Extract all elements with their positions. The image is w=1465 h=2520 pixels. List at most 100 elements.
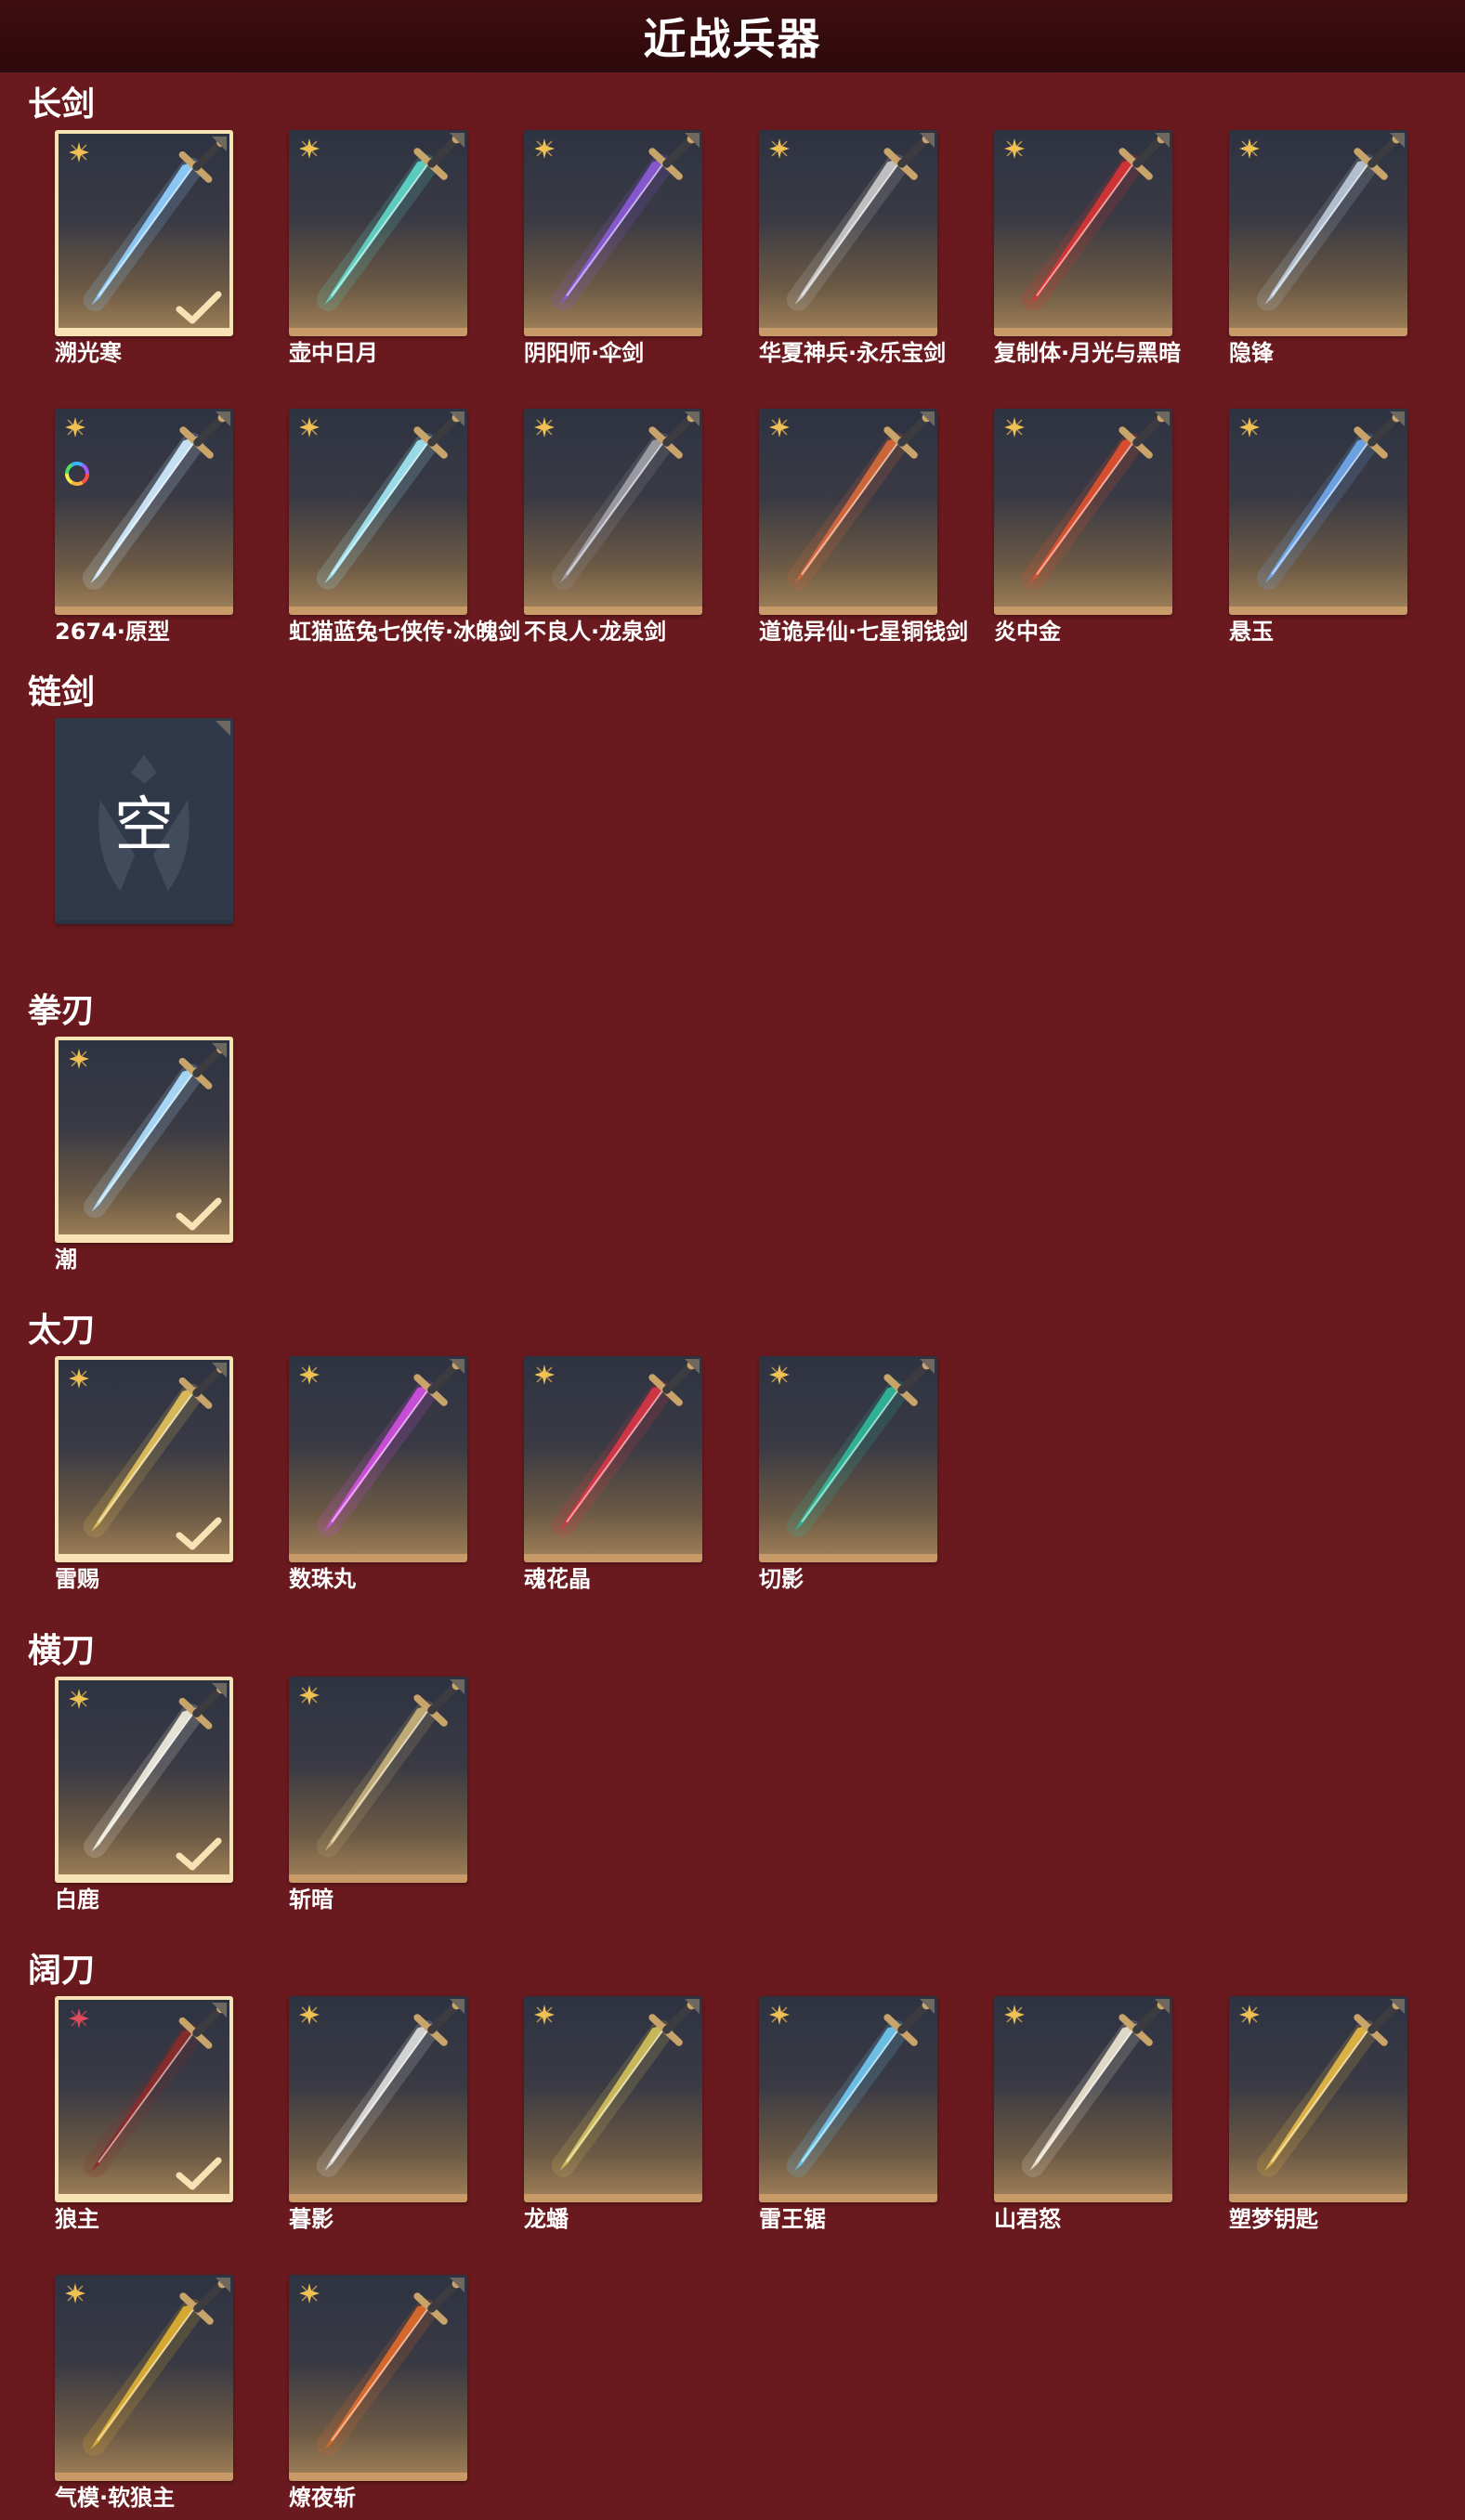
weapon-thumbnail [55,1356,233,1562]
weapon-card[interactable]: 燎夜斩 [289,2275,467,2512]
check-icon [176,2157,222,2190]
weapon-thumbnail [524,1996,702,2202]
weapon-thumbnail [759,1356,937,1562]
weapon-card[interactable]: 溯光寒 [55,130,233,367]
empty-slot-label: 空 [114,791,174,860]
weapon-thumbnail [994,130,1172,336]
section-title: 太刀 [28,1312,96,1350]
weapon-name: 山君怒 [994,2206,1061,2232]
weapon-card[interactable]: 虹猫蓝兔七侠传·冰魄剑 [289,409,520,646]
weapon-name: 魂花晶 [524,1566,591,1592]
weapon-name: 2674·原型 [55,619,170,645]
weapon-card[interactable]: 华夏神兵·永乐宝剑 [759,130,946,367]
gold-rarity-star-icon [299,2004,320,2025]
gold-rarity-star-icon [69,1049,89,1069]
weapon-card[interactable]: 塑梦钥匙 [1229,1996,1407,2233]
weapon-card[interactable]: 2674·原型 [55,409,233,646]
gold-rarity-star-icon [1239,2004,1260,2025]
weapon-name: 暮影 [289,2206,334,2232]
gold-rarity-star-icon [69,1368,89,1389]
weapon-card[interactable]: 不良人·龙泉剑 [524,409,702,646]
weapon-name: 不良人·龙泉剑 [524,619,667,645]
gold-rarity-star-icon [769,1364,790,1385]
weapon-card[interactable]: 炎中金 [994,409,1172,646]
weapon-card[interactable]: 阴阳师·伞剑 [524,130,702,367]
weapon-card[interactable]: 道诡异仙·七星铜钱剑 [759,409,968,646]
gold-rarity-star-icon [769,138,790,159]
weapon-thumbnail [994,409,1172,615]
weapon-card[interactable]: 悬玉 [1229,409,1407,646]
gold-rarity-star-icon [69,142,89,163]
weapon-card[interactable]: 狼主 [55,1996,233,2233]
gold-rarity-star-icon [769,2004,790,2025]
weapon-thumbnail [1229,130,1407,336]
weapon-card[interactable]: 隐锋 [1229,130,1407,367]
weapon-name: 悬玉 [1229,619,1274,645]
check-icon [176,291,222,324]
weapon-card[interactable]: 切影 [759,1356,937,1593]
red-rarity-star-icon [69,2008,89,2029]
weapon-name: 溯光寒 [55,340,122,366]
weapon-card[interactable]: 雷王锯 [759,1996,937,2233]
weapon-thumbnail [759,1996,937,2202]
check-icon [176,1197,222,1231]
gold-rarity-star-icon [299,417,320,437]
weapon-name: 狼主 [55,2206,99,2232]
weapon-card[interactable]: 暮影 [289,1996,467,2233]
weapon-card[interactable]: 气模·软狼主 [55,2275,233,2512]
weapon-name: 白鹿 [55,1887,99,1913]
gold-rarity-star-icon [534,1364,555,1385]
weapon-card[interactable]: 魂花晶 [524,1356,702,1593]
check-icon [176,1837,222,1871]
weapon-name: 阴阳师·伞剑 [524,340,645,366]
weapon-card[interactable]: 数珠丸 [289,1356,467,1593]
weapon-card[interactable]: 山君怒 [994,1996,1172,2233]
gold-rarity-star-icon [1004,138,1025,159]
weapon-name: 潮 [55,1247,77,1273]
weapon-thumbnail [994,1996,1172,2202]
weapon-name: 雷王锯 [759,2206,826,2232]
weapon-thumbnail [55,1677,233,1883]
weapon-card[interactable]: 龙蟠 [524,1996,702,2233]
weapon-name: 斩暗 [289,1887,334,1913]
weapon-card[interactable]: 壶中日月 [289,130,467,367]
weapon-card[interactable]: 白鹿 [55,1677,233,1913]
weapon-name: 燎夜斩 [289,2485,356,2511]
empty-weapon-slot[interactable]: 空 [55,718,233,924]
weapon-thumbnail: 空 [55,718,233,924]
weapon-thumbnail [55,2275,233,2481]
weapon-thumbnail [524,130,702,336]
page-header: 近战兵器 [0,0,1465,72]
weapon-name: 道诡异仙·七星铜钱剑 [759,619,969,645]
section-title: 阔刀 [28,1952,96,1990]
weapon-name: 炎中金 [994,619,1061,645]
weapon-name: 虹猫蓝兔七侠传·冰魄剑 [289,619,521,645]
weapon-thumbnail [289,1677,467,1883]
weapon-thumbnail [289,2275,467,2481]
weapon-thumbnail [1229,409,1407,615]
weapon-thumbnail [55,1996,233,2202]
gold-rarity-star-icon [299,1685,320,1705]
gold-rarity-star-icon [1239,417,1260,437]
gold-rarity-star-icon [1239,138,1260,159]
gold-rarity-star-icon [534,138,555,159]
gold-rarity-star-icon [1004,2004,1025,2025]
section-title: 横刀 [28,1632,96,1670]
gold-rarity-star-icon [299,138,320,159]
weapon-card[interactable]: 雷赐 [55,1356,233,1593]
gold-rarity-star-icon [299,2283,320,2304]
weapon-thumbnail [55,1037,233,1243]
weapon-card[interactable]: 复制体·月光与黑暗 [994,130,1181,367]
weapon-name: 壶中日月 [289,340,378,366]
weapon-name: 雷赐 [55,1566,99,1592]
page-title: 近战兵器 [643,14,822,64]
weapon-thumbnail [1229,1996,1407,2202]
weapon-card[interactable]: 潮 [55,1037,233,1273]
weapon-card[interactable]: 斩暗 [289,1677,467,1913]
weapon-thumbnail [289,409,467,615]
weapon-thumbnail [289,1356,467,1562]
weapon-thumbnail [55,130,233,336]
weapon-name: 隐锋 [1229,340,1274,366]
weapon-thumbnail [759,409,937,615]
gold-rarity-star-icon [65,2283,85,2304]
